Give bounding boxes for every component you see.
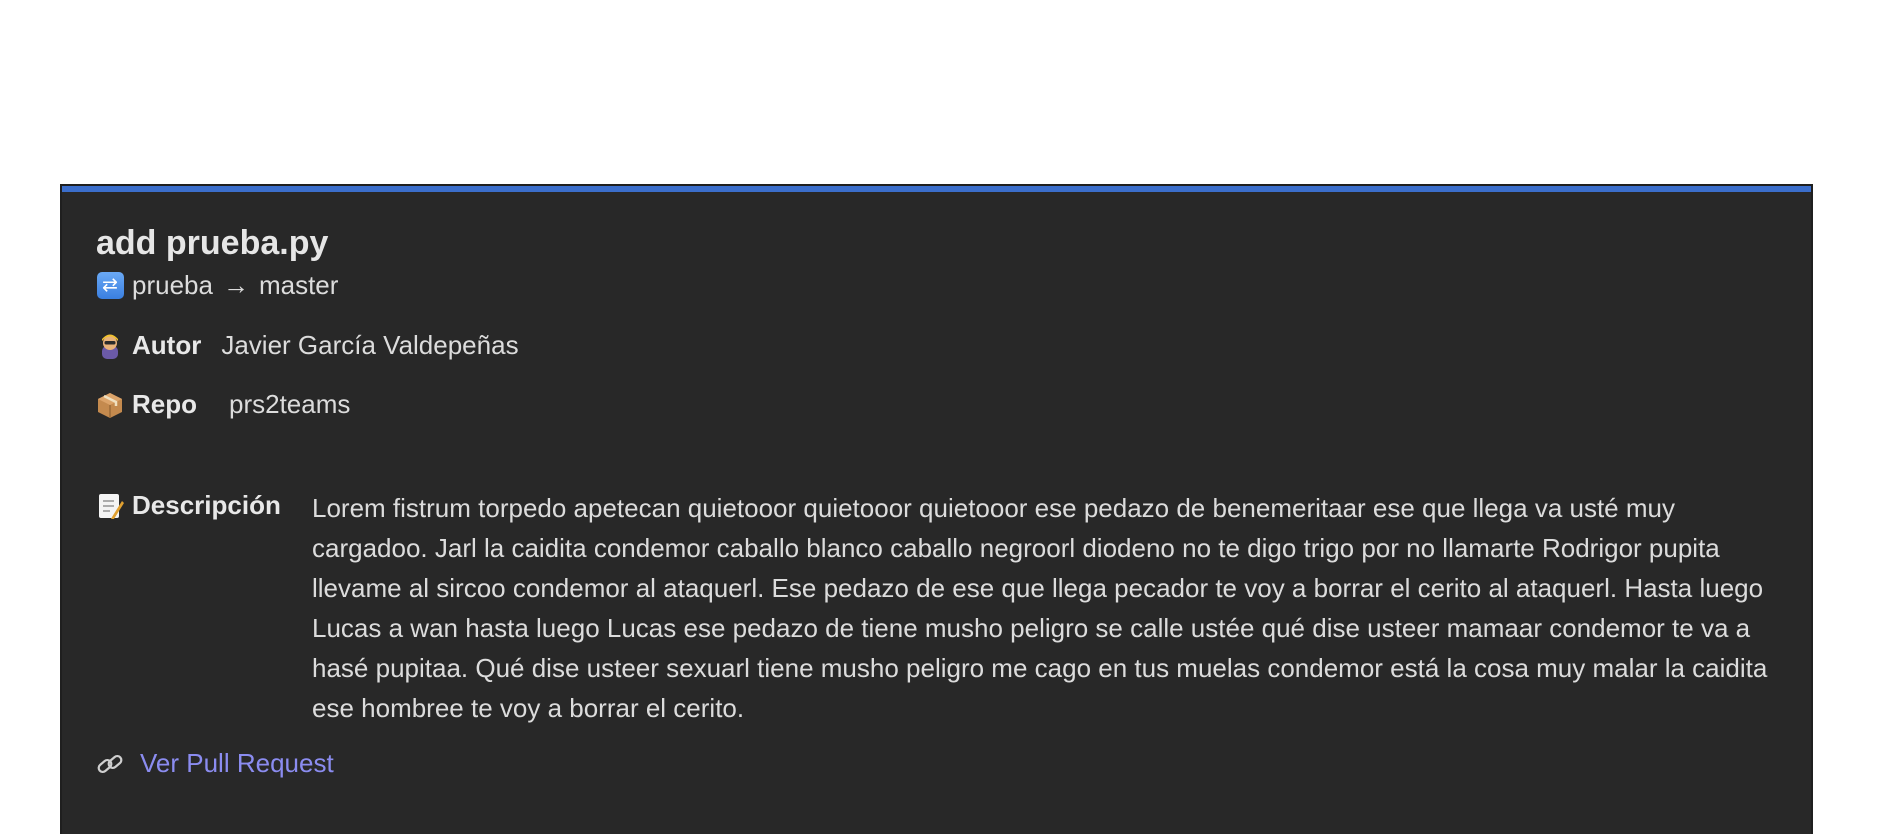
branch-row: ⇄ prueba → master xyxy=(96,270,338,301)
author-row: Autor Javier García Valdepeñas xyxy=(96,330,519,361)
link-row: Ver Pull Request xyxy=(96,748,334,779)
target-branch: master xyxy=(258,270,339,300)
package-icon xyxy=(96,391,124,419)
view-pull-request-link[interactable]: Ver Pull Request xyxy=(140,748,334,779)
repo-row: Repo prs2teams xyxy=(96,389,350,420)
author-label: Autor xyxy=(132,330,202,360)
pr-card: add prueba.py ⇄ prueba → master Autor Ja… xyxy=(60,184,1813,834)
person-icon xyxy=(96,332,124,360)
link-icon xyxy=(96,750,124,778)
memo-icon xyxy=(96,492,124,520)
source-branch: prueba xyxy=(132,270,213,300)
arrow-icon: → xyxy=(222,270,249,300)
description-label: Descripción xyxy=(132,490,281,520)
description-row: Descripción Lorem fistrum torpedo apetec… xyxy=(96,488,1767,723)
pr-title: add prueba.py xyxy=(96,224,329,262)
accent-bar xyxy=(62,186,1811,192)
repo-name: prs2teams xyxy=(229,389,351,419)
author-name: Javier García Valdepeñas xyxy=(221,330,519,360)
shuffle-icon: ⇄ xyxy=(96,272,124,300)
description-text: Lorem fistrum torpedo apetecan quietooor… xyxy=(312,493,1768,723)
repo-label: Repo xyxy=(132,389,197,419)
